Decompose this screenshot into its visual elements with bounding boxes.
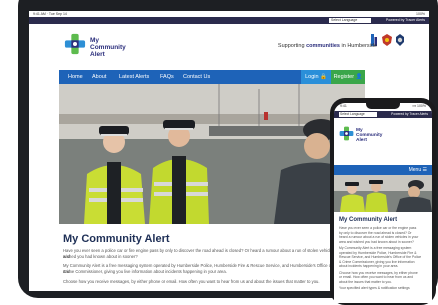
nav-about[interactable]: About — [92, 70, 106, 84]
tagline-highlight: communities — [306, 43, 340, 49]
phone-device: 9:41 ▪▪▪ 100% Select Language Powered by… — [330, 98, 436, 305]
phone-paragraph-line: about incidents happening in your area. — [339, 264, 399, 268]
powered-by-text: Powered by Tracer Alerts — [385, 18, 425, 22]
intro-paragraph-1-cont: wished you had known about in sooner? — [63, 254, 138, 259]
phone-screen: 9:41 ▪▪▪ 100% Select Language Powered by… — [334, 103, 432, 303]
brand-line-2: Community — [90, 44, 126, 51]
phone-hero-illustration — [334, 175, 432, 212]
intro-paragraph-3: Choose how you receive messages, by eith… — [63, 279, 320, 284]
phone-language-select[interactable]: Select Language — [339, 112, 377, 117]
community-alert-logo-icon[interactable] — [64, 33, 86, 55]
menu-button[interactable]: Menu ☰ — [409, 165, 427, 175]
register-button[interactable]: Register 👤 — [331, 70, 365, 84]
hero-photo-illustration — [59, 84, 365, 224]
brand-name: My Community Alert — [90, 37, 150, 58]
site-header: My Community Alert — [29, 24, 429, 59]
phone-powered-by-text: Powered by Tracer Alerts — [391, 112, 428, 116]
login-button[interactable]: Login 🔒 — [301, 70, 331, 84]
phone-menu-bar: Menu ☰ — [334, 165, 432, 175]
phone-paragraph-line: area and wished you had known about in s… — [339, 239, 414, 244]
tagline-text: Supporting — [277, 43, 307, 49]
language-select[interactable]: Select Language — [329, 18, 371, 23]
page-title: My Community Alert — [63, 233, 170, 245]
tagline-text-end: in Humberside — [340, 43, 377, 49]
phone-paragraph-line: Your specified alert types & notificatio… — [339, 286, 410, 290]
tablet-status-time: 9:41 AM · Tue Sep 14 — [33, 12, 67, 16]
nav-home[interactable]: Home — [68, 70, 83, 84]
phone-community-alert-logo-icon[interactable] — [339, 126, 354, 141]
fire-rescue-crest-icon — [382, 34, 392, 46]
nav-latest-alerts[interactable]: Latest Alerts — [119, 70, 149, 84]
nav-faqs[interactable]: FAQs — [160, 70, 174, 84]
phone-brand-line-3: Alert — [356, 138, 367, 144]
phone-brand-name: My Community Alert — [356, 128, 406, 144]
phone-page-title: My Community Alert — [339, 217, 398, 223]
phone-top-bar: Select Language Powered by Tracer Alerts — [334, 111, 432, 118]
police-crest-icon — [396, 34, 404, 46]
tablet-status-battery: 100% — [416, 12, 425, 16]
phone-paragraph-line: about the issues that matter to you. — [339, 279, 392, 284]
brand-line-1: My — [90, 37, 100, 44]
tablet-top-bar: Select Language Powered by Tracer Alerts — [29, 17, 429, 24]
intro-paragraph-2-cont: Crime Commissioner, giving you live info… — [63, 269, 227, 274]
phone-status-time: 9:41 — [340, 104, 347, 108]
nav-contact-us[interactable]: Contact Us — [183, 70, 210, 84]
hero-image — [59, 84, 365, 224]
phone-notch — [366, 103, 400, 109]
site-tagline: Supporting communities in Humberside — [278, 43, 377, 49]
phone-status-battery: ▪▪▪ 100% — [412, 104, 426, 108]
brand-line-3: Alert — [90, 51, 105, 58]
phone-hero-image — [334, 175, 432, 212]
